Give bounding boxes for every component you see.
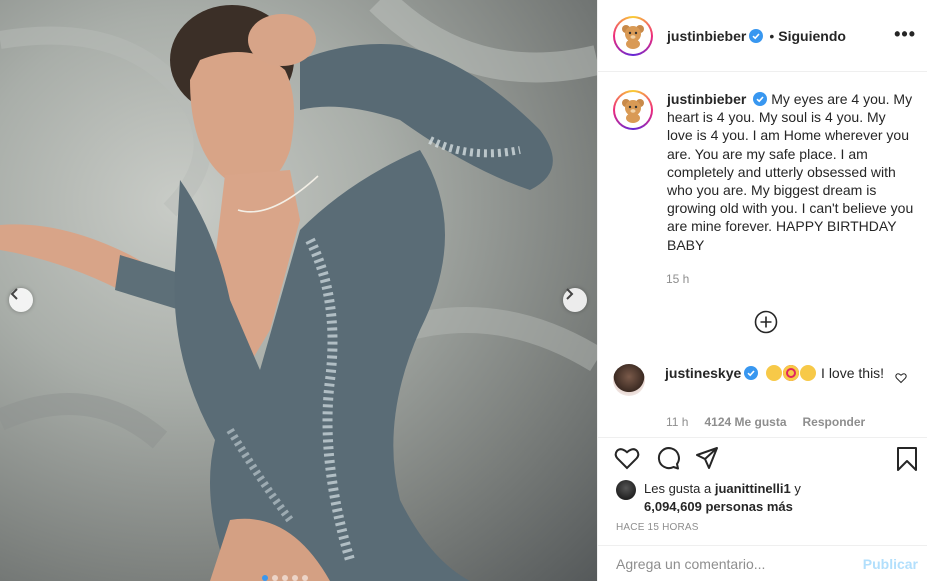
carousel-dot: [262, 575, 268, 581]
comment-timestamp[interactable]: 11 h: [666, 415, 688, 429]
likes-connector: y: [794, 481, 801, 496]
comment-input[interactable]: [616, 555, 863, 572]
post-side-panel: justinbieber • Siguiendo ••• justinbiebe…: [597, 0, 927, 581]
verified-badge-icon: [749, 28, 764, 43]
star-struck-face-icon: [800, 365, 817, 381]
comment-item: justineskye I love this!: [613, 364, 918, 396]
post-caption: justinbieber My eyes are 4 you. My heart…: [613, 90, 918, 254]
carousel-indicator: [262, 575, 308, 581]
heart-eyes-face-icon: [783, 365, 800, 381]
author-avatar[interactable]: [613, 15, 653, 56]
carousel-dot: [282, 575, 288, 581]
likes-count[interactable]: 6,094,609 personas más: [644, 499, 793, 514]
caption-avatar[interactable]: [613, 90, 653, 130]
comment-text: I love this!: [821, 365, 885, 381]
post-timestamp[interactable]: Hace 15 horas: [616, 522, 699, 533]
comment-bubble-icon[interactable]: [655, 446, 681, 470]
likes-prefix: Les gusta a: [644, 481, 712, 496]
caption-timestamp[interactable]: 15 h: [666, 272, 689, 286]
caption-body: justinbieber My eyes are 4 you. My heart…: [667, 90, 915, 254]
carousel-dot: [272, 575, 278, 581]
carousel-prev-button[interactable]: [9, 288, 33, 312]
likes-summary: Les gusta a juanittinelli1 y 6,094,609 p…: [616, 480, 801, 516]
commenter-username[interactable]: justineskye: [665, 365, 741, 381]
load-more-comments-button[interactable]: [754, 310, 778, 334]
share-paper-plane-icon[interactable]: [695, 446, 719, 470]
comment-likes-count[interactable]: 4124 Me gusta: [704, 415, 786, 429]
crying-face-icon: [766, 365, 783, 381]
plus-circle-icon: [754, 310, 778, 334]
add-comment-bar: Publicar: [598, 545, 927, 581]
post-header: justinbieber • Siguiendo •••: [598, 0, 927, 72]
save-bookmark-icon[interactable]: [896, 446, 918, 472]
liker-username[interactable]: juanittinelli1: [715, 481, 791, 496]
commenter-avatar[interactable]: [613, 364, 645, 396]
carousel-dot: [302, 575, 308, 581]
like-comment-heart-icon[interactable]: [895, 372, 907, 384]
caption-text: My eyes are 4 you. My heart is 4 you. My…: [667, 91, 914, 253]
reply-button[interactable]: Responder: [803, 415, 866, 429]
comment-meta: 11 h 4124 Me gusta Responder: [666, 415, 865, 429]
teddy-bear-avatar-icon: [622, 99, 644, 123]
chevron-right-icon: [566, 288, 574, 300]
comment-body: justineskye I love this!: [665, 364, 885, 396]
author-username[interactable]: justinbieber: [667, 28, 746, 44]
follow-status-button[interactable]: Siguiendo: [778, 28, 846, 44]
post-actions-bar: [598, 437, 927, 477]
carousel-next-button[interactable]: [563, 288, 587, 312]
teddy-bear-avatar-icon: [622, 24, 644, 49]
caption-username[interactable]: justinbieber: [667, 91, 746, 107]
publish-button[interactable]: Publicar: [863, 556, 918, 572]
carousel-dot: [292, 575, 298, 581]
like-heart-icon[interactable]: [614, 446, 640, 470]
post-photo[interactable]: [0, 0, 597, 581]
verified-badge-icon: [744, 366, 759, 380]
more-options-icon[interactable]: •••: [894, 24, 916, 45]
photo-illustration: [0, 0, 597, 581]
liker-avatar[interactable]: [616, 480, 636, 500]
verified-badge-icon: [753, 92, 768, 106]
header-separator: •: [769, 27, 775, 44]
chevron-left-icon: [10, 288, 18, 300]
